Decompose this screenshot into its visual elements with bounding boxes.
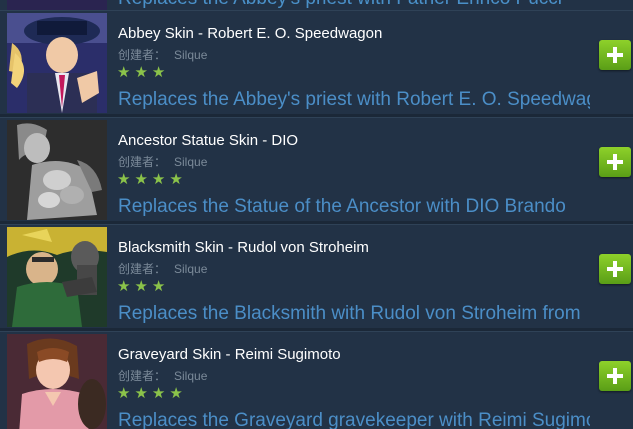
item-description-clip: Replaces the Statue of the Ancestor with… [118,196,590,220]
item-creator: 创建者： Silque [118,46,207,63]
creator-name[interactable]: Silque [174,48,207,62]
add-button[interactable] [599,254,631,284]
creator-label: 创建者： [118,48,167,62]
item-description: Replaces the Blacksmith with Rudol von S… [118,303,581,324]
rating-stars: ★★★★ [117,171,187,188]
add-button[interactable] [599,361,631,391]
creator-name[interactable]: Silque [174,262,207,276]
item-description: Replaces the Graveyard gravekeeper with … [118,410,590,429]
item-title[interactable]: Ancestor Statue Skin - DIO [118,132,298,149]
dio-thumbnail[interactable] [7,120,107,220]
item-creator: 创建者： Silque [118,153,207,170]
list-item[interactable]: Abbey Skin - Robert E. O. Speedwagon 创建者… [0,10,633,114]
item-description-clip: Replaces the Blacksmith with Rudol von S… [118,303,590,327]
item-title[interactable]: Abbey Skin - Robert E. O. Speedwagon [118,25,382,42]
item-title[interactable]: Graveyard Skin - Reimi Sugimoto [118,346,341,363]
item-description: Replaces the Statue of the Ancestor with… [118,196,566,217]
creator-label: 创建者： [118,369,167,383]
item-title[interactable]: Blacksmith Skin - Rudol von Stroheim [118,239,369,256]
workshop-item-list: Replaces the Abbey's priest with Father … [0,0,633,429]
partial-item-description: Replaces the Abbey's priest with Father … [118,0,562,10]
rating-stars: ★★★★ [117,385,187,402]
creator-label: 创建者： [118,262,167,276]
item-description: Replaces the Abbey's priest with Robert … [118,89,590,110]
add-button[interactable] [599,147,631,177]
item-description-clip: Replaces the Abbey's priest with Robert … [118,89,590,113]
creator-name[interactable]: Silque [174,155,207,169]
reimi-thumbnail[interactable] [7,334,107,429]
partial-list-item[interactable]: Replaces the Abbey's priest with Father … [0,0,633,10]
item-creator: 创建者： Silque [118,367,207,384]
creator-label: 创建者： [118,155,167,169]
speedwagon-thumbnail[interactable] [7,13,107,113]
rating-stars: ★★★ [117,64,170,81]
list-item[interactable]: Graveyard Skin - Reimi Sugimoto 创建者： Silq… [0,331,633,429]
item-description-clip: Replaces the Graveyard gravekeeper with … [118,410,590,429]
item-creator: 创建者： Silque [118,260,207,277]
add-button[interactable] [599,40,631,70]
list-item[interactable]: Ancestor Statue Skin - DIO 创建者： Silque ★★… [0,117,633,221]
creator-name[interactable]: Silque [174,369,207,383]
rating-stars: ★★★ [117,278,170,295]
list-item[interactable]: Blacksmith Skin - Rudol von Stroheim 创建者… [0,224,633,328]
partial-item-thumbnail[interactable] [7,0,107,10]
stroheim-thumbnail[interactable] [7,227,107,327]
